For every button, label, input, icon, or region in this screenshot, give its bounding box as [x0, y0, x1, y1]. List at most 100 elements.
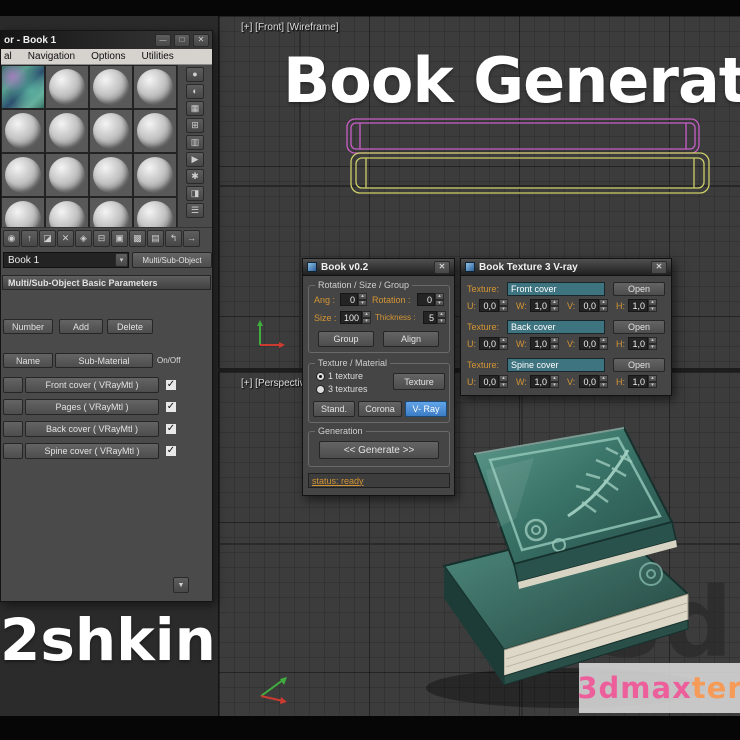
material-id-icon[interactable]: ▣	[111, 230, 128, 247]
set-number-button[interactable]: Number	[3, 319, 53, 334]
material-sample-slot[interactable]	[45, 65, 89, 109]
background-icon[interactable]: ▦	[186, 101, 204, 116]
submaterial-button[interactable]: Front cover ( VRayMtl )	[25, 377, 159, 393]
go-to-parent-icon[interactable]: ↰	[165, 230, 182, 247]
back-cover-field[interactable]: Back cover	[507, 320, 605, 334]
sample-tiling-icon[interactable]: ⊞	[186, 118, 204, 133]
u-value[interactable]: 0,0	[479, 337, 499, 350]
add-button[interactable]: Add	[59, 319, 103, 334]
w-value[interactable]: 1,0	[530, 375, 550, 388]
spinner-arrows[interactable]: ▴ ▾	[499, 337, 508, 350]
group-button[interactable]: Group	[318, 331, 374, 347]
h-spinner[interactable]: 1,0 ▴ ▾	[628, 337, 657, 350]
material-id-button[interactable]	[3, 399, 23, 415]
rotation-spinner[interactable]: 0 ▴ ▾	[417, 293, 444, 306]
spine-cover-field[interactable]: Spine cover	[507, 358, 605, 372]
material-sample-slot[interactable]	[45, 153, 89, 197]
v-value[interactable]: 0,0	[579, 337, 599, 350]
u-value[interactable]: 0,0	[479, 375, 499, 388]
make-unique-icon[interactable]: ◈	[75, 230, 92, 247]
select-by-material-icon[interactable]: ◨	[186, 186, 204, 201]
spinner-arrows[interactable]: ▴ ▾	[599, 375, 608, 388]
maximize-button[interactable]: □	[174, 33, 190, 47]
onoff-checkbox[interactable]: ✓	[165, 379, 177, 391]
generate-button[interactable]: << Generate >>	[319, 441, 439, 459]
h-value[interactable]: 1,0	[628, 299, 648, 312]
align-button[interactable]: Align	[383, 331, 439, 347]
u-spinner[interactable]: 0,0 ▴ ▾	[479, 375, 508, 388]
close-icon[interactable]: ✕	[651, 260, 667, 274]
sample-type-icon[interactable]: ●	[186, 67, 204, 82]
u-spinner[interactable]: 0,0 ▴ ▾	[479, 299, 508, 312]
spinner-arrows[interactable]: ▴ ▾	[599, 337, 608, 350]
material-id-button[interactable]	[3, 421, 23, 437]
h-spinner[interactable]: 1,0 ▴ ▾	[628, 375, 657, 388]
go-forward-icon[interactable]: →	[183, 230, 200, 247]
w-spinner[interactable]: 1,0 ▴ ▾	[530, 375, 559, 388]
w-value[interactable]: 1,0	[530, 337, 550, 350]
book-texture-dialog[interactable]: Book Texture 3 V-ray ✕ Texture: Front co…	[460, 258, 672, 396]
spinner-arrows[interactable]: ▴ ▾	[550, 299, 559, 312]
material-sample-slot[interactable]	[89, 65, 133, 109]
menu-options[interactable]: Options	[83, 50, 133, 63]
open-back-button[interactable]: Open	[613, 320, 665, 334]
material-map-navigator-icon[interactable]: ☰	[186, 203, 204, 218]
book-dialog-titlebar[interactable]: Book v0.2 ✕	[303, 259, 454, 276]
material-sample-slot[interactable]	[45, 197, 89, 227]
spinner-arrows[interactable]: ▴ ▾	[550, 375, 559, 388]
h-value[interactable]: 1,0	[628, 337, 648, 350]
scroll-down-icon[interactable]: ▼	[173, 577, 189, 593]
close-icon[interactable]: ✕	[434, 260, 450, 274]
u-spinner[interactable]: 0,0 ▴ ▾	[479, 337, 508, 350]
front-cover-field[interactable]: Front cover	[507, 282, 605, 296]
texture-dialog-titlebar[interactable]: Book Texture 3 V-ray ✕	[461, 259, 671, 276]
material-sample-slot[interactable]	[45, 109, 89, 153]
h-spinner[interactable]: 1,0 ▴ ▾	[628, 299, 657, 312]
v-spinner[interactable]: 0,0 ▴ ▾	[579, 337, 608, 350]
material-sample-slot[interactable]	[89, 109, 133, 153]
material-sample-slot[interactable]	[133, 153, 177, 197]
submaterial-button[interactable]: Spine cover ( VRayMtl )	[25, 443, 159, 459]
ang-value[interactable]: 0	[340, 293, 358, 306]
material-sample-slot[interactable]	[1, 153, 45, 197]
texture-button[interactable]: Texture	[393, 373, 445, 390]
options-icon[interactable]: ✱	[186, 169, 204, 184]
menu-material[interactable]: al	[1, 50, 20, 63]
menu-navigation[interactable]: Navigation	[20, 50, 83, 63]
get-material-icon[interactable]: ◉	[3, 230, 20, 247]
onoff-checkbox[interactable]: ✓	[165, 445, 177, 457]
material-editor-window[interactable]: or - Book 1 — □ ✕ al Navigation Options …	[0, 30, 213, 602]
material-sample-slot[interactable]	[1, 109, 45, 153]
standard-button[interactable]: Stand.	[313, 401, 355, 417]
thickness-value[interactable]: 5	[423, 311, 437, 324]
material-sample-slot[interactable]	[89, 153, 133, 197]
material-id-button[interactable]	[3, 443, 23, 459]
book-generator-dialog[interactable]: Book v0.2 ✕ Rotation / Size / Group Ang …	[302, 258, 455, 496]
material-sample-slot[interactable]	[133, 197, 177, 227]
put-to-library-icon[interactable]: ⊟	[93, 230, 110, 247]
close-button[interactable]: ✕	[193, 33, 209, 47]
make-preview-icon[interactable]: ▶	[186, 152, 204, 167]
radio-three-textures[interactable]: 3 textures	[316, 384, 368, 394]
material-type-button[interactable]: Multi/Sub-Object	[132, 252, 212, 268]
material-sample-slot[interactable]	[133, 109, 177, 153]
spinner-arrows[interactable]: ▴ ▾	[648, 337, 657, 350]
material-sample-slot[interactable]	[1, 197, 45, 227]
backlight-icon[interactable]: ◐	[186, 84, 204, 99]
assign-to-selection-icon[interactable]: ◪	[39, 230, 56, 247]
spinner-arrows[interactable]: ▴ ▾	[550, 337, 559, 350]
v-value[interactable]: 0,0	[579, 299, 599, 312]
onoff-checkbox[interactable]: ✓	[165, 423, 177, 435]
size-value[interactable]: 100	[340, 311, 362, 324]
spinner-arrows[interactable]: ▴ ▾	[437, 311, 446, 324]
spinner-arrows[interactable]: ▴ ▾	[648, 375, 657, 388]
video-color-check-icon[interactable]: ▥	[186, 135, 204, 150]
h-value[interactable]: 1,0	[628, 375, 648, 388]
thickness-spinner[interactable]: 5 ▴ ▾	[423, 311, 446, 324]
delete-button[interactable]: Delete	[107, 319, 153, 334]
material-name-dropdown[interactable]: Book 1 ▾	[3, 252, 129, 268]
radio-icon[interactable]	[316, 371, 325, 381]
w-spinner[interactable]: 1,0 ▴ ▾	[530, 299, 559, 312]
w-value[interactable]: 1,0	[530, 299, 550, 312]
w-spinner[interactable]: 1,0 ▴ ▾	[530, 337, 559, 350]
